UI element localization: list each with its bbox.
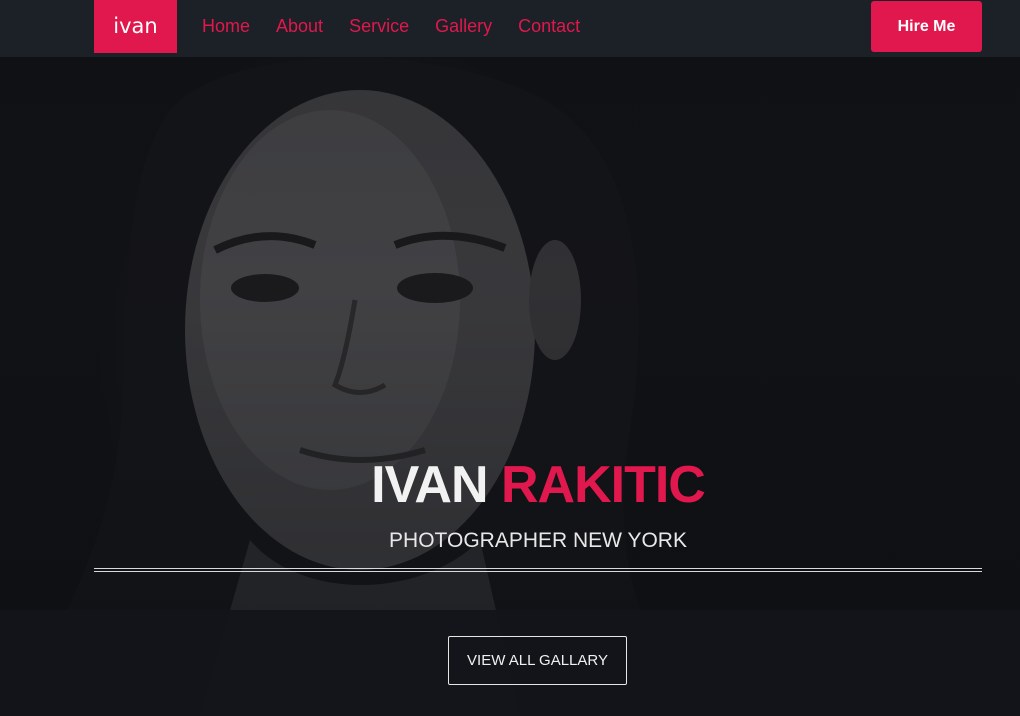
nav-item-service: Service — [349, 12, 409, 40]
hero-background-image — [0, 0, 1020, 716]
nav-link-contact[interactable]: Contact — [518, 16, 580, 36]
nav-links: Home About Service Gallery Contact — [202, 12, 580, 40]
hero-subtitle: PHOTOGRAPHER NEW YORK — [389, 529, 687, 552]
hero-last-name: RAKITIC — [500, 456, 706, 514]
hero-divider — [94, 568, 982, 572]
hero-title: IVAN RAKITIC — [0, 452, 1020, 518]
nav-item-contact: Contact — [518, 12, 580, 40]
view-all-gallery-button[interactable]: VIEW ALL GALLARY — [448, 636, 627, 685]
hire-me-button[interactable]: Hire Me — [871, 1, 982, 52]
nav-link-home[interactable]: Home — [202, 16, 250, 36]
nav-link-service[interactable]: Service — [349, 16, 409, 36]
hero-overlay — [0, 0, 1020, 716]
navbar: ivan Home About Service Gallery Contact … — [0, 0, 1020, 57]
nav-item-gallery: Gallery — [435, 12, 492, 40]
nav-item-home: Home — [202, 12, 250, 40]
nav-link-gallery[interactable]: Gallery — [435, 16, 492, 36]
brand-logo[interactable]: ivan — [94, 0, 177, 53]
nav-item-about: About — [276, 12, 323, 40]
hero-first-name: IVAN — [371, 456, 488, 514]
nav-link-about[interactable]: About — [276, 16, 323, 36]
